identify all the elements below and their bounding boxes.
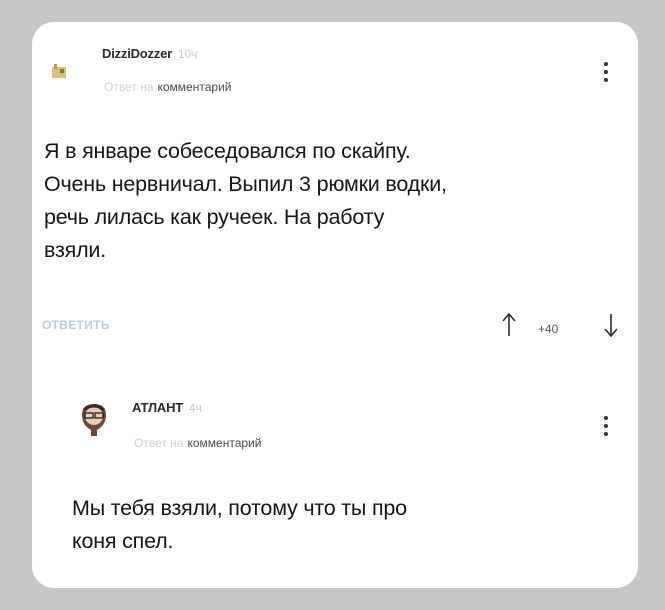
author-name[interactable]: DizziDozzer <box>102 46 172 61</box>
comment-reply: АТЛАНТ 4ч Ответ на комментарий Мы тебя взя… <box>32 392 638 588</box>
arrow-down-icon[interactable] <box>604 312 618 338</box>
arrow-up-icon[interactable] <box>502 312 516 338</box>
comment-time: 4ч <box>189 401 202 415</box>
comment-rating: +40 <box>538 322 559 336</box>
reply-to-link[interactable]: Ответ на комментарий <box>134 436 261 450</box>
comment-thread-card: DizziDozzer 10ч Ответ на комментарий Я в я… <box>32 22 638 588</box>
comment-text-line: коня спел. <box>72 529 174 553</box>
comment-text-line: взяли. <box>44 238 107 262</box>
comment-text-line: Я в январе собеседовался по скайпу. <box>44 139 411 163</box>
more-vert-icon[interactable] <box>604 62 608 82</box>
reply-to-link[interactable]: Ответ на комментарий <box>104 80 231 94</box>
comment-text-line: речь лилась как ручеек. На работу <box>44 205 385 229</box>
reply-to-target[interactable]: комментарий <box>187 436 261 450</box>
author-name[interactable]: АТЛАНТ <box>132 400 183 415</box>
reply-to-prefix: Ответ на <box>104 80 154 94</box>
reply-button[interactable]: ОТВЕТИТЬ <box>42 318 110 332</box>
comment-text-line: Очень нервничал. Выпил 3 рюмки водки, <box>44 172 447 196</box>
comment-text-line: Мы тебя взяли, потому что ты про <box>72 496 407 520</box>
comment-text: Мы тебя взяли, потому что ты про коня сп… <box>72 492 407 558</box>
avatar-icon[interactable] <box>52 64 66 78</box>
comment-author[interactable]: АТЛАНТ 4ч <box>132 400 202 415</box>
reply-to-target[interactable]: комментарий <box>157 80 231 94</box>
comment-text: Я в январе собеседовался по скайпу. Очен… <box>44 135 447 267</box>
comment-author[interactable]: DizziDozzer 10ч <box>102 46 197 61</box>
comment: DizziDozzer 10ч Ответ на комментарий Я в я… <box>32 22 638 352</box>
more-vert-icon[interactable] <box>604 416 608 436</box>
avatar-icon[interactable] <box>80 403 108 437</box>
comment-time: 10ч <box>178 47 198 61</box>
reply-to-prefix: Ответ на <box>134 436 184 450</box>
